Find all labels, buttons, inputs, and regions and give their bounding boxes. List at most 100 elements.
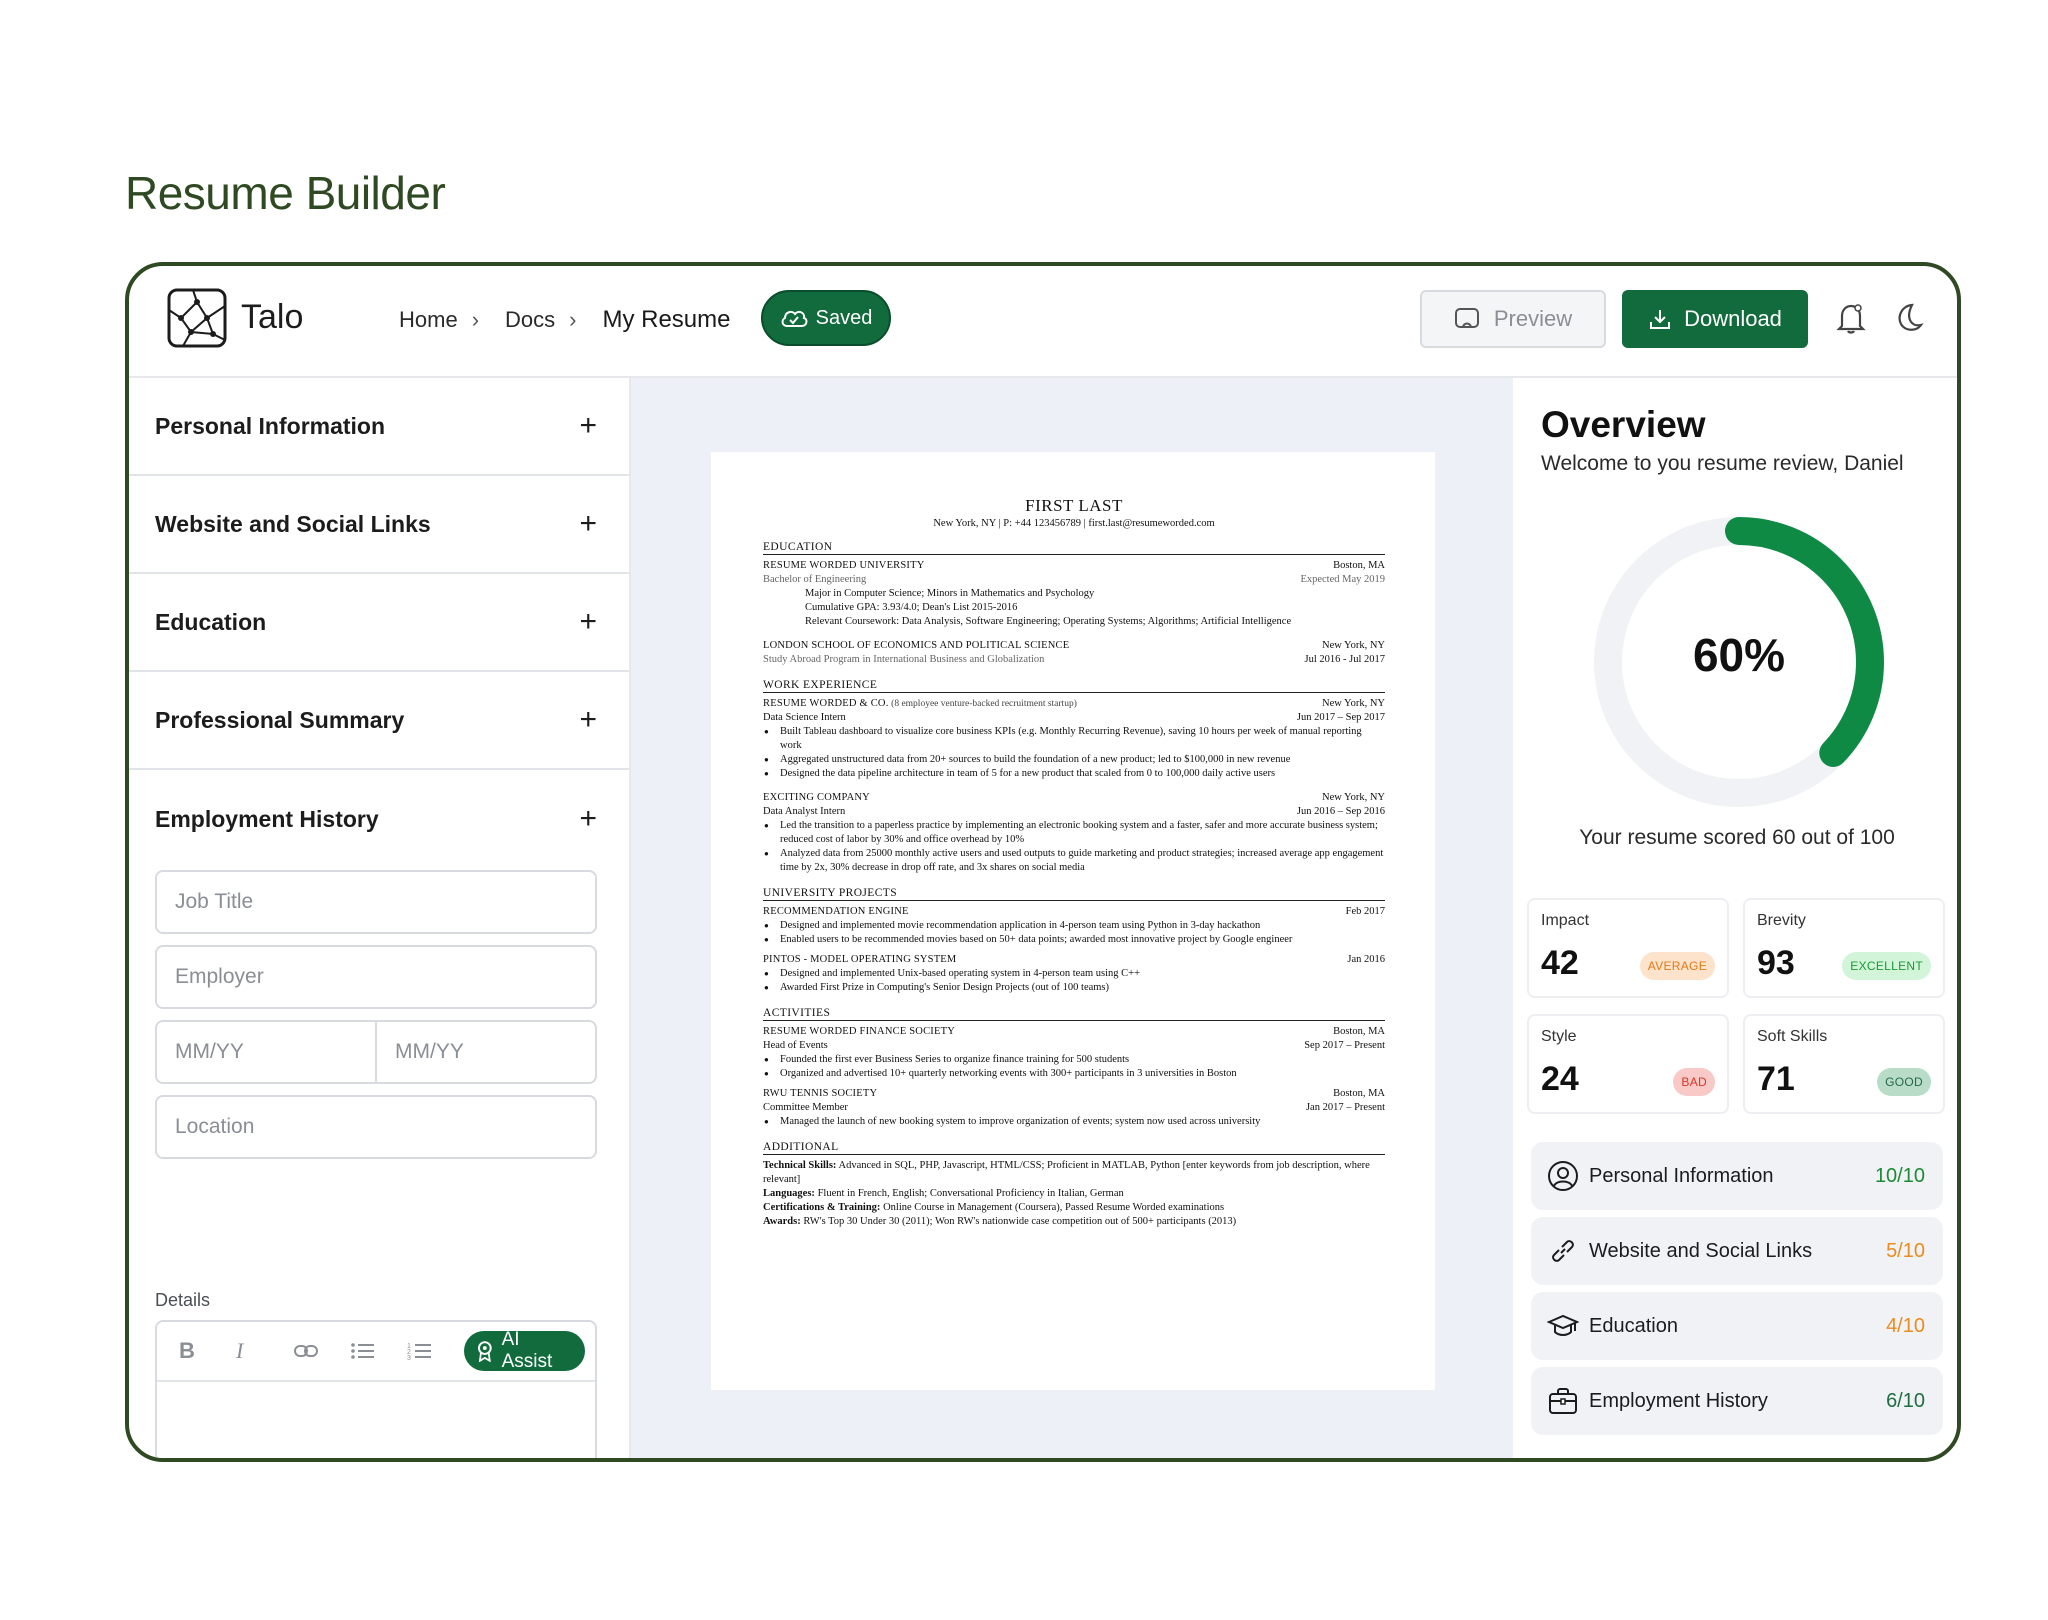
breadcrumb-docs[interactable]: Docs xyxy=(505,307,555,333)
resume-bullet: Organized and advertised 10+ quarterly n… xyxy=(763,1067,1385,1081)
resume-subtitle: Study Abroad Program in International Bu… xyxy=(763,654,1045,665)
resume-org: RESUME WORDED UNIVERSITY xyxy=(763,560,925,571)
resume-org: RESUME WORDED & CO. xyxy=(763,698,889,709)
user-circle-icon xyxy=(1548,1161,1578,1191)
bell-icon[interactable] xyxy=(1836,302,1866,334)
end-date-input[interactable]: MM/YY xyxy=(375,1022,595,1082)
resume-section-title: ADDITIONAL xyxy=(763,1141,1385,1155)
score-row-score: 4/10 xyxy=(1886,1314,1925,1337)
resume-preview-area: FIRST LAST New York, NY | P: +44 1234567… xyxy=(631,378,1513,1458)
resume-line: Major in Computer Science; Minors in Mat… xyxy=(805,588,1095,599)
resume-location: New York, NY xyxy=(1321,698,1385,709)
metric-label: Soft Skills xyxy=(1757,1028,1828,1045)
preview-button[interactable]: Preview xyxy=(1420,290,1606,348)
score-row-education[interactable]: Education 4/10 xyxy=(1531,1292,1943,1360)
resume-section-title: WORK EXPERIENCE xyxy=(763,679,1385,693)
editor-panel: Personal Information + Website and Socia… xyxy=(129,378,631,1458)
plus-icon[interactable]: + xyxy=(579,507,597,541)
overview-panel: Overview Welcome to you resume review, D… xyxy=(1513,378,1957,1458)
ai-assist-button[interactable]: AI Assist xyxy=(463,1329,586,1372)
score-row-score: 6/10 xyxy=(1886,1389,1925,1412)
resume-add-label: Languages: xyxy=(763,1188,815,1199)
resume-org-note: (8 employee venture-backed recruitment s… xyxy=(891,699,1077,709)
section-education[interactable]: Education + xyxy=(129,574,629,672)
score-row-label: Education xyxy=(1589,1314,1678,1337)
editor-toolbar: B I 123 AI Assist xyxy=(157,1322,595,1382)
section-personal-information[interactable]: Personal Information + xyxy=(129,378,629,476)
details-label: Details xyxy=(155,1290,211,1310)
resume-bullet: Designed and implemented movie recommend… xyxy=(763,919,1385,933)
score-row-personal-information[interactable]: Personal Information 10/10 xyxy=(1531,1142,1943,1210)
breadcrumb-home[interactable]: Home xyxy=(399,307,458,333)
resume-add-text: Fluent in French, English; Conversationa… xyxy=(814,1188,1124,1199)
bullet-list-icon[interactable] xyxy=(350,1341,407,1361)
bold-button[interactable]: B xyxy=(179,1338,236,1364)
resume-org: PINTOS - MODEL OPERATING SYSTEM xyxy=(763,954,957,965)
resume-date: Jun 2017 – Sep 2017 xyxy=(1296,712,1385,723)
employer-input[interactable]: Employer xyxy=(155,945,597,1009)
section-website-social-links[interactable]: Website and Social Links + xyxy=(129,476,629,574)
resume-date: Expected May 2019 xyxy=(1300,574,1385,585)
resume-role: Head of Events xyxy=(763,1040,828,1051)
resume-date: Jul 2016 - Jul 2017 xyxy=(1304,654,1385,665)
svg-text:3: 3 xyxy=(407,1355,411,1361)
saved-status-badge: Saved xyxy=(761,290,891,346)
score-row-employment-history[interactable]: Employment History 6/10 xyxy=(1531,1367,1943,1435)
metric-label: Style xyxy=(1541,1028,1577,1045)
resume-location: New York, NY xyxy=(1321,640,1385,651)
details-editor[interactable]: B I 123 AI Assist xyxy=(155,1320,597,1458)
plus-icon[interactable]: + xyxy=(579,802,597,836)
resume-document: FIRST LAST New York, NY | P: +44 1234567… xyxy=(711,452,1435,1390)
metric-badge: GOOD xyxy=(1877,1068,1931,1096)
resume-section-title: ACTIVITIES xyxy=(763,1007,1385,1021)
date-range-fields: MM/YY MM/YY xyxy=(155,1020,597,1084)
resume-location: New York, NY xyxy=(1321,792,1385,803)
page-title: Resume Builder xyxy=(125,167,446,219)
preview-label: Preview xyxy=(1493,306,1573,331)
briefcase-icon xyxy=(1549,1388,1577,1414)
resume-org: RECOMMENDATION ENGINE xyxy=(763,906,909,917)
brand-name: Talo xyxy=(241,298,304,336)
ai-assist-label: AI Assist xyxy=(501,1329,553,1372)
resume-org: RWU TENNIS SOCIETY xyxy=(763,1088,878,1099)
metric-badge: EXCELLENT xyxy=(1842,952,1931,980)
saved-label: Saved xyxy=(815,306,873,329)
italic-button[interactable]: I xyxy=(236,1338,293,1364)
metric-value: 93 xyxy=(1757,944,1795,982)
resume-contact: New York, NY | P: +44 123456789 | first.… xyxy=(933,518,1215,529)
award-icon xyxy=(477,1341,492,1362)
resume-location: Boston, MA xyxy=(1333,1026,1385,1037)
score-row-website-social-links[interactable]: Website and Social Links 5/10 xyxy=(1531,1217,1943,1285)
location-input[interactable]: Location xyxy=(155,1095,597,1159)
resume-org: RESUME WORDED FINANCE SOCIETY xyxy=(763,1026,955,1037)
metric-card-style: Style 24 BAD xyxy=(1527,1014,1729,1114)
cloud-check-icon xyxy=(781,310,808,327)
resume-role: Data Analyst Intern xyxy=(763,806,846,817)
section-employment-history[interactable]: Employment History + xyxy=(129,770,629,868)
link-icon[interactable] xyxy=(293,1343,350,1359)
overview-welcome: Welcome to you resume review, Daniel xyxy=(1541,452,1904,475)
plus-icon[interactable]: + xyxy=(579,409,597,443)
moon-icon[interactable] xyxy=(1892,302,1924,334)
plus-icon[interactable]: + xyxy=(579,703,597,737)
job-title-input[interactable]: Job Title xyxy=(155,870,597,934)
metric-label: Brevity xyxy=(1757,912,1806,929)
section-professional-summary[interactable]: Professional Summary + xyxy=(129,672,629,770)
metric-card-brevity: Brevity 93 EXCELLENT xyxy=(1743,898,1945,998)
talo-logo-icon[interactable] xyxy=(167,288,227,348)
start-date-input[interactable]: MM/YY xyxy=(157,1022,375,1082)
plus-icon[interactable]: + xyxy=(579,605,597,639)
resume-role: Committee Member xyxy=(763,1102,848,1113)
chevron-right-icon: › xyxy=(569,307,577,332)
resume-bullet: Led the transition to a paperless practi… xyxy=(763,819,1385,847)
resume-date: Jun 2016 – Sep 2016 xyxy=(1296,806,1385,817)
resume-add-text: RW's Top 30 Under 30 (2011); Won RW's na… xyxy=(800,1216,1237,1227)
metric-value: 42 xyxy=(1541,944,1579,982)
download-button[interactable]: Download xyxy=(1622,290,1808,348)
link-icon xyxy=(1552,1240,1574,1262)
resume-bullet: Aggregated unstructured data from 20+ so… xyxy=(763,753,1385,767)
metric-card-impact: Impact 42 AVERAGE xyxy=(1527,898,1729,998)
metric-label: Impact xyxy=(1541,912,1590,929)
numbered-list-icon[interactable]: 123 xyxy=(407,1341,464,1361)
resume-date: Jan 2016 xyxy=(1347,954,1385,965)
